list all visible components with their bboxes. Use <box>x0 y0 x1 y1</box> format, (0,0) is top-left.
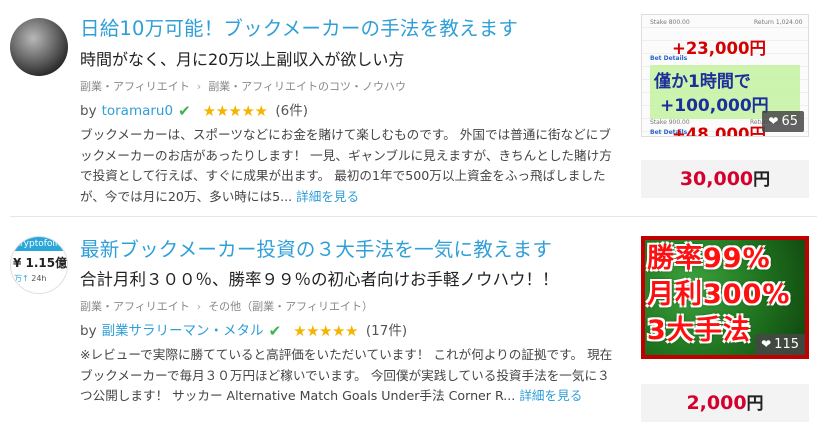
price: 2,000円 <box>641 384 809 422</box>
listing-description: ※レビューで実際に勝てていると高評価をいただいています！ これが何よりの証拠です… <box>80 345 620 407</box>
star-icon: ★ <box>254 102 268 120</box>
breadcrumb-item[interactable]: 副業・アフィリエイト <box>80 80 190 93</box>
author-link[interactable]: toramaru0 <box>102 101 174 121</box>
thumbnail-text: +48,000円 <box>672 125 766 137</box>
price-value: 2,000 <box>686 392 747 414</box>
chevron-right-icon: › <box>196 80 202 93</box>
price: 30,000円 <box>641 160 809 198</box>
breadcrumb: 副業・アフィリエイト › 副業・アフィリエイトのコツ・ノウハウ <box>80 79 620 95</box>
author-link[interactable]: 副業サラリーマン・メタル <box>102 321 264 341</box>
favorite-count-value: 115 <box>774 337 799 352</box>
star-icon: ★ <box>306 322 320 340</box>
by-label: by <box>80 103 97 119</box>
service-listing[interactable]: 日給10万可能！ブックメーカーの手法を教えます 時間がなく、月に20万以上副収入… <box>0 0 827 210</box>
star-icon: ★ <box>202 102 216 120</box>
listing-description: ブックメーカーは、スポーツなどにお金を賭けて楽しむものです。 外国では普通に街な… <box>80 125 620 207</box>
author-row: by 副業サラリーマン・メタル ✔ ★ ★ ★ ★ ★ (17件) <box>80 321 620 341</box>
star-icon: ★ <box>241 102 255 120</box>
price-unit: 円 <box>746 394 764 414</box>
listing-title[interactable]: 日給10万可能！ブックメーカーの手法を教えます <box>80 16 620 42</box>
seller-avatar[interactable]: cryptofolio ¥ 1.15億 万↑ 24h <box>10 236 68 294</box>
by-label: by <box>80 323 97 339</box>
listing-divider <box>10 216 817 217</box>
heart-icon: ❤ <box>768 114 779 128</box>
avatar-text: cryptofolio <box>11 237 67 251</box>
favorite-count[interactable]: ❤ 115 <box>755 334 805 355</box>
listing-content: 最新ブックメーカー投資の３大手法を一気に教えます 合計月利３００％、勝率９９％の… <box>80 237 620 407</box>
author-row: by toramaru0 ✔ ★ ★ ★ ★ ★ (6件) <box>80 101 620 121</box>
price-unit: 円 <box>753 170 771 190</box>
thumbnail-text: 僅か1時間で <box>654 72 751 92</box>
seller-avatar[interactable] <box>10 18 68 76</box>
avatar-text: ¥ 1.15億 <box>13 256 68 270</box>
listing-subtitle: 合計月利３００％、勝率９９％の初心者向けお手軽ノウハウ！！ <box>80 270 559 289</box>
favorite-count[interactable]: ❤ 65 <box>762 111 804 132</box>
breadcrumb-item[interactable]: その他（副業・アフィリエイト） <box>208 300 373 313</box>
thumbnail-caption: Return 1,024.00 <box>754 19 803 26</box>
star-icon: ★ <box>215 102 229 120</box>
breadcrumb-item[interactable]: 副業・アフィリエイトのコツ・ノウハウ <box>208 80 406 93</box>
listing-subtitle: 時間がなく、月に20万以上副収入が欲しい方 <box>80 50 405 69</box>
rating-stars: ★ ★ ★ ★ ★ <box>203 102 268 120</box>
thumbnail-text: +23,000円 <box>672 39 766 58</box>
service-listing[interactable]: cryptofolio ¥ 1.15億 万↑ 24h 最新ブックメーカー投資の３… <box>0 222 827 436</box>
star-icon: ★ <box>228 102 242 120</box>
review-count[interactable]: (17件) <box>366 321 407 341</box>
star-icon: ★ <box>332 322 345 340</box>
breadcrumb: 副業・アフィリエイト › その他（副業・アフィリエイト） <box>80 299 620 315</box>
heart-icon: ❤ <box>761 337 772 351</box>
details-link[interactable]: 詳細を見る <box>296 189 359 204</box>
thumbnail-text: +100,000円 <box>660 96 769 116</box>
review-count[interactable]: (6件) <box>275 101 308 121</box>
avatar-text: 万↑ 24h <box>14 274 47 283</box>
favorite-count-value: 65 <box>781 114 798 129</box>
breadcrumb-item[interactable]: 副業・アフィリエイト <box>80 300 190 313</box>
check-icon: ✔ <box>178 102 191 120</box>
listing-content: 日給10万可能！ブックメーカーの手法を教えます 時間がなく、月に20万以上副収入… <box>80 16 620 207</box>
details-link[interactable]: 詳細を見る <box>519 388 582 403</box>
check-icon: ✔ <box>268 322 282 340</box>
listing-title[interactable]: 最新ブックメーカー投資の３大手法を一気に教えます <box>80 237 620 263</box>
price-value: 30,000 <box>679 168 754 190</box>
listing-thumbnail[interactable]: 勝率99% 月利300% 3大手法 ❤ 115 <box>641 236 809 359</box>
star-icon: ★ <box>344 322 358 340</box>
thumbnail-caption: Stake 800.00 <box>650 19 690 26</box>
listing-thumbnail[interactable]: Stake 800.00 Return 1,024.00 Bet Details… <box>641 14 809 137</box>
rating-stars: ★ ★ ★ ★ ★ <box>293 322 358 340</box>
star-icon: ★ <box>319 322 332 340</box>
chevron-right-icon: › <box>196 300 202 313</box>
star-icon: ★ <box>293 322 307 340</box>
